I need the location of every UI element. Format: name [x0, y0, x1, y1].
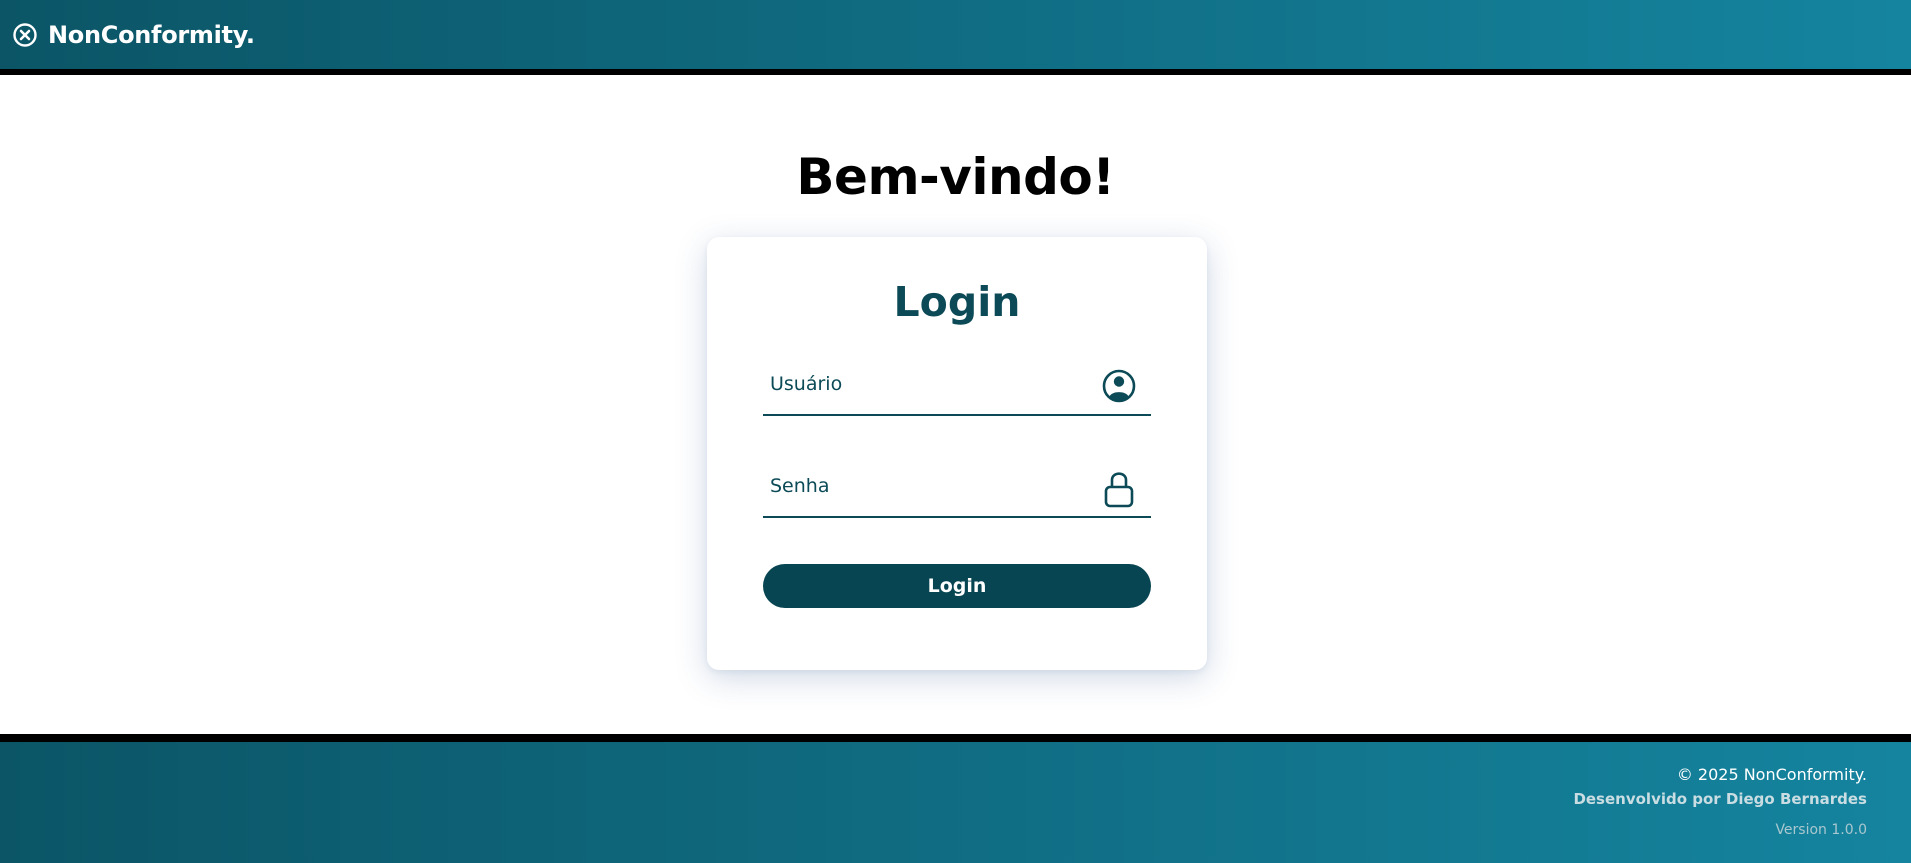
- lock-icon: [1104, 472, 1134, 508]
- login-card: Login Login: [707, 237, 1207, 670]
- footer: © 2025 NonConformity. Desenvolvido por D…: [0, 734, 1911, 863]
- brand-logo-link[interactable]: NonConformity.: [12, 20, 255, 50]
- login-title: Login: [893, 278, 1021, 326]
- username-field: [763, 354, 1151, 416]
- user-circle-icon: [1102, 369, 1136, 403]
- login-button[interactable]: Login: [763, 564, 1151, 608]
- password-field: [763, 456, 1151, 518]
- close-circle-icon: [13, 23, 37, 47]
- username-input[interactable]: [763, 354, 1103, 414]
- footer-copyright: © 2025 NonConformity.: [1676, 765, 1867, 784]
- brand-name: NonConformity.: [48, 21, 255, 49]
- password-input[interactable]: [763, 456, 1103, 516]
- top-header: NonConformity.: [0, 0, 1911, 75]
- footer-developer: Desenvolvido por Diego Bernardes: [1573, 790, 1867, 808]
- footer-version: Version 1.0.0: [1775, 822, 1867, 838]
- welcome-heading: Bem-vindo!: [796, 148, 1115, 206]
